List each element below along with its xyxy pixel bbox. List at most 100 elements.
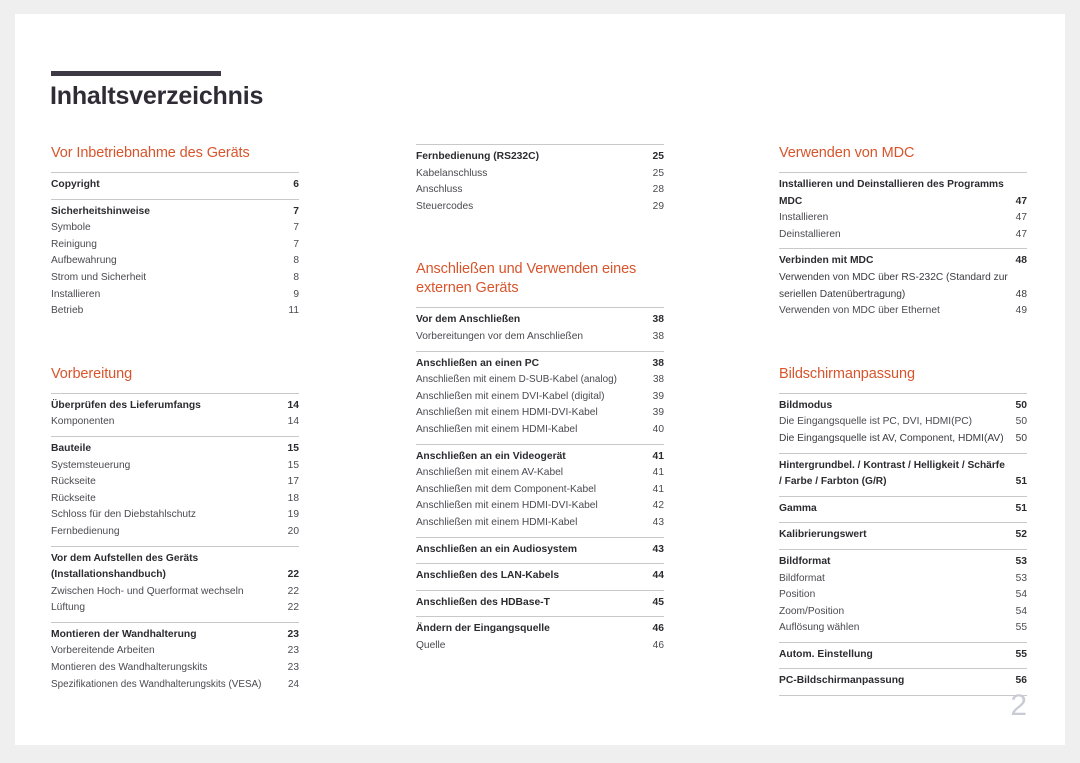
toc-entry[interactable]: Anschließen mit einem HDMI-DVI-Kabel 39 xyxy=(416,405,664,422)
toc-entry[interactable]: Anschließen mit dem Component-Kabel 41 xyxy=(416,482,664,499)
toc-entry[interactable]: PC-Bildschirmanpassung 56 xyxy=(779,673,1027,690)
toc-entry[interactable]: Position 54 xyxy=(779,587,1027,604)
toc-entry[interactable]: Anschließen mit einem AV-Kabel 41 xyxy=(416,465,664,482)
toc-entry-page-number: 24 xyxy=(288,678,299,690)
toc-entry[interactable]: Montieren des Wandhalterungskits 23 xyxy=(51,660,299,677)
toc-entry[interactable]: Montieren der Wandhalterung 23 xyxy=(51,627,299,644)
toc-entry[interactable]: Vor dem Anschließen 38 xyxy=(416,312,664,329)
toc-entry-label: Anschließen mit einem DVI-Kabel (digital… xyxy=(416,390,605,402)
toc-entry[interactable]: Bildformat 53 xyxy=(779,554,1027,571)
toc-entry-label: Aufbewahrung xyxy=(51,255,117,267)
toc-entry[interactable]: Vor dem Aufstellen des Geräts (Installat… xyxy=(51,551,299,584)
toc-entry[interactable]: Quelle 46 xyxy=(416,638,664,655)
toc-entry[interactable]: Bauteile 15 xyxy=(51,441,299,458)
folio-page-number: 2 xyxy=(1010,689,1027,722)
toc-entry[interactable]: Die Eingangsquelle ist AV, Component, HD… xyxy=(779,431,1027,448)
toc-entry-label: Anschließen mit einem D-SUB-Kabel (analo… xyxy=(416,374,617,386)
toc-group: Ändern der Eingangsquelle 46 Quelle 46 xyxy=(416,616,664,659)
toc-entry[interactable]: Rückseite 18 xyxy=(51,491,299,508)
toc-entry[interactable]: Copyright 6 xyxy=(51,177,299,194)
toc-entry-label: Anschließen mit einem AV-Kabel xyxy=(416,467,564,479)
toc-entry[interactable]: Anschließen an ein Audiosystem 43 xyxy=(416,542,664,559)
toc-entry[interactable]: Die Eingangsquelle ist PC, DVI, HDMI(PC)… xyxy=(779,414,1027,431)
toc-entry[interactable]: Ändern der Eingangsquelle 46 xyxy=(416,621,664,638)
toc-entry[interactable]: Anschließen an ein Videogerät 41 xyxy=(416,449,664,466)
toc-entry[interactable]: Anschließen mit einem HDMI-Kabel 40 xyxy=(416,422,664,439)
toc-entry[interactable]: Zoom/Position 54 xyxy=(779,604,1027,621)
toc-entry-label: Montieren des Wandhalterungskits xyxy=(51,662,208,674)
toc-entry-page-number: 8 xyxy=(293,271,299,283)
toc-entry[interactable]: Vorbereitungen vor dem Anschließen 38 xyxy=(416,329,664,346)
toc-entry-page-number: 52 xyxy=(1015,529,1027,541)
toc-entry[interactable]: Installieren und Deinstallieren des Prog… xyxy=(779,177,1027,210)
toc-entry-page-number: 50 xyxy=(1015,416,1027,428)
toc-entry[interactable]: Autom. Einstellung 55 xyxy=(779,647,1027,664)
toc-entry[interactable]: Auflösung wählen 55 xyxy=(779,620,1027,637)
toc-entry-page-number: 47 xyxy=(1015,195,1027,207)
toc-entry-label: Schloss für den Diebstahlschutz xyxy=(51,509,196,521)
toc-entry[interactable]: Anschluss 28 xyxy=(416,182,664,199)
toc-entry[interactable]: Verwenden von MDC über Ethernet 49 xyxy=(779,303,1027,320)
toc-entry[interactable]: Installieren 47 xyxy=(779,210,1027,227)
toc-entry[interactable]: Anschließen des LAN-Kabels 44 xyxy=(416,568,664,585)
toc-entry[interactable]: Kabelanschluss 25 xyxy=(416,166,664,183)
toc-entry-label: Symbole xyxy=(51,222,91,234)
toc-entry-page-number: 46 xyxy=(652,623,664,635)
toc-entry[interactable]: Verbinden mit MDC 48 xyxy=(779,253,1027,270)
toc-group: Installieren und Deinstallieren des Prog… xyxy=(779,172,1027,248)
toc-entry[interactable]: Symbole 7 xyxy=(51,220,299,237)
toc-entry-label: Anschließen an ein Videogerät xyxy=(416,450,566,462)
toc-entry-label: Fernbedienung (RS232C) xyxy=(416,151,540,162)
toc-entry[interactable]: Fernbedienung (RS232C) 25 xyxy=(416,149,664,166)
toc-entry[interactable]: Überprüfen des Lieferumfangs 14 xyxy=(51,398,299,415)
toc-entry-page-number: 44 xyxy=(652,570,664,582)
toc-entry-page-number: 56 xyxy=(1015,675,1027,687)
toc-entry[interactable]: Anschließen mit einem HDMI-Kabel 43 xyxy=(416,515,664,532)
toc-entry[interactable]: Anschließen mit einem DVI-Kabel (digital… xyxy=(416,389,664,406)
toc-entry[interactable]: Zwischen Hoch- und Querformat wechseln 22 xyxy=(51,584,299,601)
toc-entry[interactable]: Bildformat 53 xyxy=(779,571,1027,588)
toc-entry-page-number: 54 xyxy=(1015,589,1027,601)
toc-entry-page-number: 19 xyxy=(287,509,299,521)
toc-entry[interactable]: Betrieb 11 xyxy=(51,303,299,320)
toc-entry[interactable]: Anschließen an einen PC 38 xyxy=(416,356,664,373)
toc-entry[interactable]: Spezifikationen des Wandhalterungskits (… xyxy=(51,677,299,694)
toc-group: Anschließen an einen PC 38 Anschließen mit… xyxy=(416,350,664,444)
toc-group: PC-Bildschirmanpassung 56 xyxy=(779,668,1027,697)
toc-entry[interactable]: Aufbewahrung 8 xyxy=(51,253,299,270)
toc-entry-page-number: 23 xyxy=(287,662,299,674)
toc-entry[interactable]: Systemsteuerung 15 xyxy=(51,458,299,475)
toc-entry-page-number: 38 xyxy=(652,330,664,342)
toc-entry[interactable]: Rückseite 17 xyxy=(51,474,299,491)
toc-entry-page-number: 53 xyxy=(1015,572,1027,584)
toc-entry[interactable]: Hintergrundbel. / Kontrast / Helligkeit … xyxy=(779,458,1027,491)
toc-entry[interactable]: Strom und Sicherheit 8 xyxy=(51,270,299,287)
toc-entry[interactable]: Reinigung 7 xyxy=(51,237,299,254)
toc-entry[interactable]: Lüftung 22 xyxy=(51,600,299,617)
toc-entry-label: Anschließen mit einem HDMI-DVI-Kabel xyxy=(416,500,598,512)
toc-entry-label: Kalibrierungswert xyxy=(779,529,867,541)
toc-entry[interactable]: Sicherheitshinweise 7 xyxy=(51,204,299,221)
toc-entry[interactable]: Anschließen mit einem D-SUB-Kabel (analo… xyxy=(416,372,664,389)
toc-entry[interactable]: Komponenten 14 xyxy=(51,414,299,431)
toc-entry[interactable]: Fernbedienung 20 xyxy=(51,524,299,541)
toc-entry[interactable]: Gamma 51 xyxy=(779,501,1027,518)
toc-entry[interactable]: Anschließen mit einem HDMI-DVI-Kabel 42 xyxy=(416,498,664,515)
toc-entry[interactable]: Anschließen des HDBase-T 45 xyxy=(416,595,664,612)
toc-column-2: Fernbedienung (RS232C) 25 Kabelanschluss 25… xyxy=(416,144,664,659)
toc-entry-label: Verwenden von MDC über RS-232C (Standard… xyxy=(779,271,1008,300)
toc-entry[interactable]: Deinstallieren 47 xyxy=(779,227,1027,244)
toc-entry-page-number: 38 xyxy=(652,357,664,369)
toc-entry-page-number: 48 xyxy=(1015,288,1027,300)
toc-entry[interactable]: Installieren 9 xyxy=(51,287,299,304)
toc-entry[interactable]: Steuercodes 29 xyxy=(416,199,664,216)
toc-entry-label: Rückseite xyxy=(51,476,96,488)
toc-entry-page-number: 25 xyxy=(652,167,664,179)
toc-entry[interactable]: Bildmodus 50 xyxy=(779,398,1027,415)
toc-group: Gamma 51 xyxy=(779,495,1027,523)
toc-entry[interactable]: Verwenden von MDC über RS-232C (Standard… xyxy=(779,270,1027,303)
toc-entry[interactable]: Schloss für den Diebstahlschutz 19 xyxy=(51,507,299,524)
toc-entry-label: Anschließen mit einem HDMI-DVI-Kabel xyxy=(416,407,598,419)
toc-entry[interactable]: Vorbereitende Arbeiten 23 xyxy=(51,643,299,660)
toc-entry[interactable]: Kalibrierungswert 52 xyxy=(779,527,1027,544)
